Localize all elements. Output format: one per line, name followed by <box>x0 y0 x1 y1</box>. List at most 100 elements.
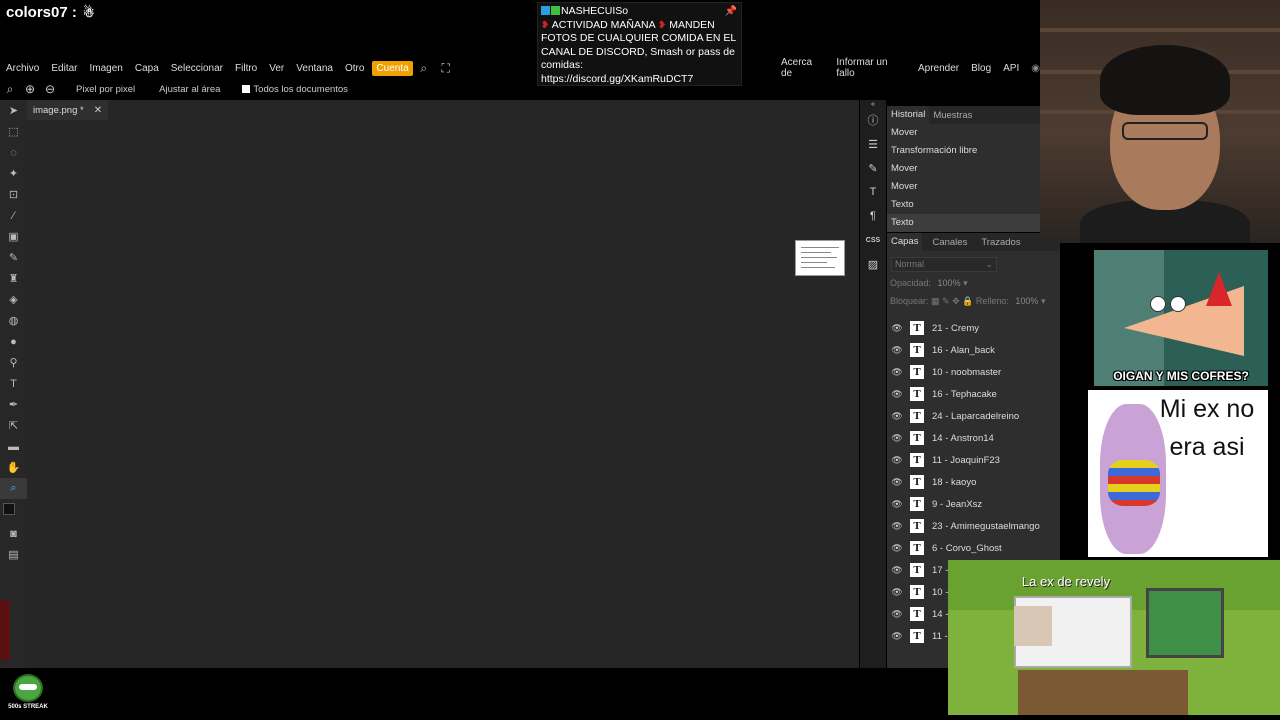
tab-trazados[interactable]: Trazados <box>977 237 1024 248</box>
fill-value[interactable]: 100% <box>1015 296 1038 306</box>
eraser-tool-icon[interactable]: ◈ <box>0 289 27 310</box>
color-swatches[interactable] <box>0 499 27 523</box>
quick-mask-icon[interactable]: ◙ <box>0 523 27 544</box>
spot-heal-tool-icon[interactable]: ▣ <box>0 226 27 247</box>
menu-otro[interactable]: Otro <box>339 63 370 74</box>
fit-area-button[interactable]: Ajustar al área <box>151 84 228 95</box>
dropdown-arrow-icon[interactable]: ▾ <box>1041 296 1046 306</box>
menu-blog[interactable]: Blog <box>965 63 997 74</box>
layer-row[interactable]: 👁 T 10 - noobmaster <box>889 361 1059 383</box>
reddit-icon[interactable]: ◉ <box>1031 63 1040 74</box>
hand-tool-icon[interactable]: ✋ <box>0 457 27 478</box>
dodge-tool-icon[interactable]: ⚲ <box>0 352 27 373</box>
layer-row[interactable]: 👁 T 11 - JoaquinF23 <box>889 449 1059 471</box>
menu-filtro[interactable]: Filtro <box>229 63 263 74</box>
all-documents-checkbox[interactable] <box>242 85 251 93</box>
search-icon[interactable]: ⌕ <box>413 61 435 76</box>
visibility-eye-icon[interactable]: 👁 <box>889 323 905 334</box>
layer-row[interactable]: 👁 T 16 - Tephacake <box>889 383 1059 405</box>
tab-capas[interactable]: Capas <box>887 233 923 251</box>
zoom-icon[interactable]: ⌕ <box>0 82 20 97</box>
marquee-tool-icon[interactable]: ⬚ <box>0 121 27 142</box>
paint-bucket-tool-icon[interactable]: ◍ <box>0 310 27 331</box>
menu-ver[interactable]: Ver <box>263 63 290 74</box>
magic-wand-tool-icon[interactable]: ✦ <box>0 163 27 184</box>
visibility-eye-icon[interactable]: 👁 <box>889 411 905 422</box>
layer-row[interactable]: 👁 T 23 - Amimegustaelmango <box>889 515 1059 537</box>
menu-api[interactable]: API <box>997 63 1025 74</box>
foreground-color[interactable] <box>3 503 15 515</box>
menu-acerca-de[interactable]: Acerca de <box>775 57 830 79</box>
pen-tool-icon[interactable]: ✒ <box>0 394 27 415</box>
move-tool-icon[interactable]: ➤ <box>0 100 27 121</box>
shape-tool-icon[interactable]: ▬ <box>0 436 27 457</box>
menu-aprender[interactable]: Aprender <box>912 63 965 74</box>
lasso-tool-icon[interactable]: ◌ <box>0 142 27 163</box>
visibility-eye-icon[interactable]: 👁 <box>889 345 905 356</box>
visibility-eye-icon[interactable]: 👁 <box>889 499 905 510</box>
visibility-eye-icon[interactable]: 👁 <box>889 587 905 598</box>
zoom-tool-icon[interactable]: ⌕ <box>0 478 27 499</box>
brush-tool-icon[interactable]: ✎ <box>0 247 27 268</box>
close-icon[interactable]: ✕ <box>94 105 102 116</box>
layer-row[interactable]: 👁 T 24 - Laparcadelreino <box>889 405 1059 427</box>
visibility-eye-icon[interactable]: 👁 <box>889 631 905 642</box>
layer-row[interactable]: 👁 T 9 - JeanXsz <box>889 493 1059 515</box>
layer-row[interactable]: 👁 T 21 - Cremy <box>889 317 1059 339</box>
visibility-eye-icon[interactable]: 👁 <box>889 389 905 400</box>
lock-icon[interactable]: ▦ ✎ ✥ 🔒 <box>931 296 976 306</box>
visibility-eye-icon[interactable]: 👁 <box>889 565 905 576</box>
account-button[interactable]: Cuenta <box>372 60 413 76</box>
fullscreen-icon[interactable]: ⛶ <box>435 61 457 76</box>
history-item[interactable]: Mover <box>887 124 1040 142</box>
menu-ventana[interactable]: Ventana <box>290 63 339 74</box>
visibility-eye-icon[interactable]: 👁 <box>889 521 905 532</box>
pixel-by-pixel-button[interactable]: Pixel por pixel <box>68 84 143 95</box>
visibility-eye-icon[interactable]: 👁 <box>889 367 905 378</box>
tab-muestras[interactable]: Muestras <box>929 110 976 121</box>
info-icon[interactable]: ⓘ <box>860 108 886 132</box>
menu-archivo[interactable]: Archivo <box>0 63 45 74</box>
menu-seleccionar[interactable]: Seleccionar <box>165 63 229 74</box>
history-item[interactable]: Texto <box>887 196 1040 214</box>
menu-informar-fallo[interactable]: Informar un fallo <box>830 57 912 79</box>
css-icon[interactable]: CSS <box>860 228 886 252</box>
layer-row[interactable]: 👁 T 6 - Corvo_Ghost <box>889 537 1059 559</box>
menu-imagen[interactable]: Imagen <box>83 63 128 74</box>
history-item[interactable]: Mover <box>887 178 1040 196</box>
text-tool-icon[interactable]: T <box>0 373 27 394</box>
visibility-eye-icon[interactable]: 👁 <box>889 477 905 488</box>
blur-tool-icon[interactable]: ● <box>0 331 27 352</box>
navigator-thumbnail[interactable] <box>795 240 845 276</box>
crop-tool-icon[interactable]: ⊡ <box>0 184 27 205</box>
adjustments-icon[interactable]: ☰ <box>860 132 886 156</box>
menu-editar[interactable]: Editar <box>45 63 83 74</box>
history-item[interactable]: Transformación libre <box>887 142 1040 160</box>
layer-row[interactable]: 👁 T 16 - Alan_back <box>889 339 1059 361</box>
collapse-icon[interactable]: « <box>860 100 886 108</box>
visibility-eye-icon[interactable]: 👁 <box>889 543 905 554</box>
dropdown-arrow-icon[interactable]: ▾ <box>963 278 968 288</box>
layer-row[interactable]: 👁 T 14 - Anstron14 <box>889 427 1059 449</box>
document-tab[interactable]: image.png * ✕ <box>27 100 109 120</box>
opacity-value[interactable]: 100% <box>938 278 961 288</box>
history-item-current[interactable]: Texto <box>887 214 1040 232</box>
visibility-eye-icon[interactable]: 👁 <box>889 433 905 444</box>
eyedropper-tool-icon[interactable]: ⁄ <box>0 205 27 226</box>
character-icon[interactable]: T <box>860 180 886 204</box>
paragraph-icon[interactable]: ¶ <box>860 204 886 228</box>
menu-capa[interactable]: Capa <box>129 63 165 74</box>
screen-mode-icon[interactable]: ▤ <box>0 544 27 565</box>
document-canvas-area[interactable]: image.png * ✕ <box>27 100 859 668</box>
tab-historial[interactable]: Historial <box>887 106 930 124</box>
visibility-eye-icon[interactable]: 👁 <box>889 455 905 466</box>
path-select-tool-icon[interactable]: ⇱ <box>0 415 27 436</box>
blend-mode-select[interactable]: Normal ⌄ <box>891 257 997 272</box>
visibility-eye-icon[interactable]: 👁 <box>889 609 905 620</box>
zoom-in-icon[interactable]: ⊕ <box>20 82 40 96</box>
tab-canales[interactable]: Canales <box>928 237 971 248</box>
image-icon[interactable]: ▨ <box>860 252 886 276</box>
zoom-out-icon[interactable]: ⊖ <box>40 82 60 96</box>
brush-settings-icon[interactable]: ✎ <box>860 156 886 180</box>
clone-stamp-tool-icon[interactable]: ♜ <box>0 268 27 289</box>
